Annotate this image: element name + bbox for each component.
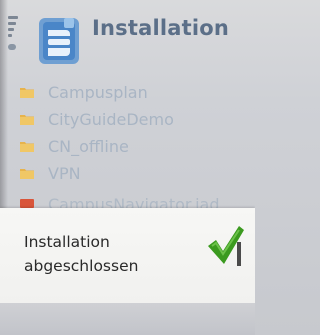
screen: Installation Campusplan CityGuideDemo CN… xyxy=(0,0,255,335)
folder-icon xyxy=(20,88,34,98)
note-line-1: Installation xyxy=(24,233,110,251)
checkmark-icon xyxy=(208,226,244,266)
page-title: Installation xyxy=(92,16,230,40)
signal-strength-icon xyxy=(8,16,20,64)
header: Installation xyxy=(0,0,255,80)
note-message: Installation abgeschlossen xyxy=(24,230,138,278)
list-item-label: CampusNavigator.jad xyxy=(48,195,220,208)
folder-icon xyxy=(20,169,34,179)
list-item[interactable]: VPN xyxy=(0,163,255,189)
list-item-label: VPN xyxy=(48,164,81,183)
java-file-icon xyxy=(20,199,34,208)
list-item[interactable]: CityGuideDemo xyxy=(0,109,255,135)
note-line-2: abgeschlossen xyxy=(24,257,139,275)
installation-complete-note: Installation abgeschlossen xyxy=(0,208,255,303)
bottom-bar xyxy=(0,303,255,335)
list-item[interactable]: CN_offline xyxy=(0,136,255,162)
list-item-label: CityGuideDemo xyxy=(48,110,174,129)
list-item[interactable]: Campusplan xyxy=(0,82,255,108)
folder-icon xyxy=(20,142,34,152)
list-item-label: Campusplan xyxy=(48,83,148,102)
folder-icon xyxy=(20,115,34,125)
installation-app-icon xyxy=(39,18,79,64)
list-item-label: CN_offline xyxy=(48,137,129,156)
list-item-partial[interactable]: CampusNavigator.jad xyxy=(0,194,255,208)
